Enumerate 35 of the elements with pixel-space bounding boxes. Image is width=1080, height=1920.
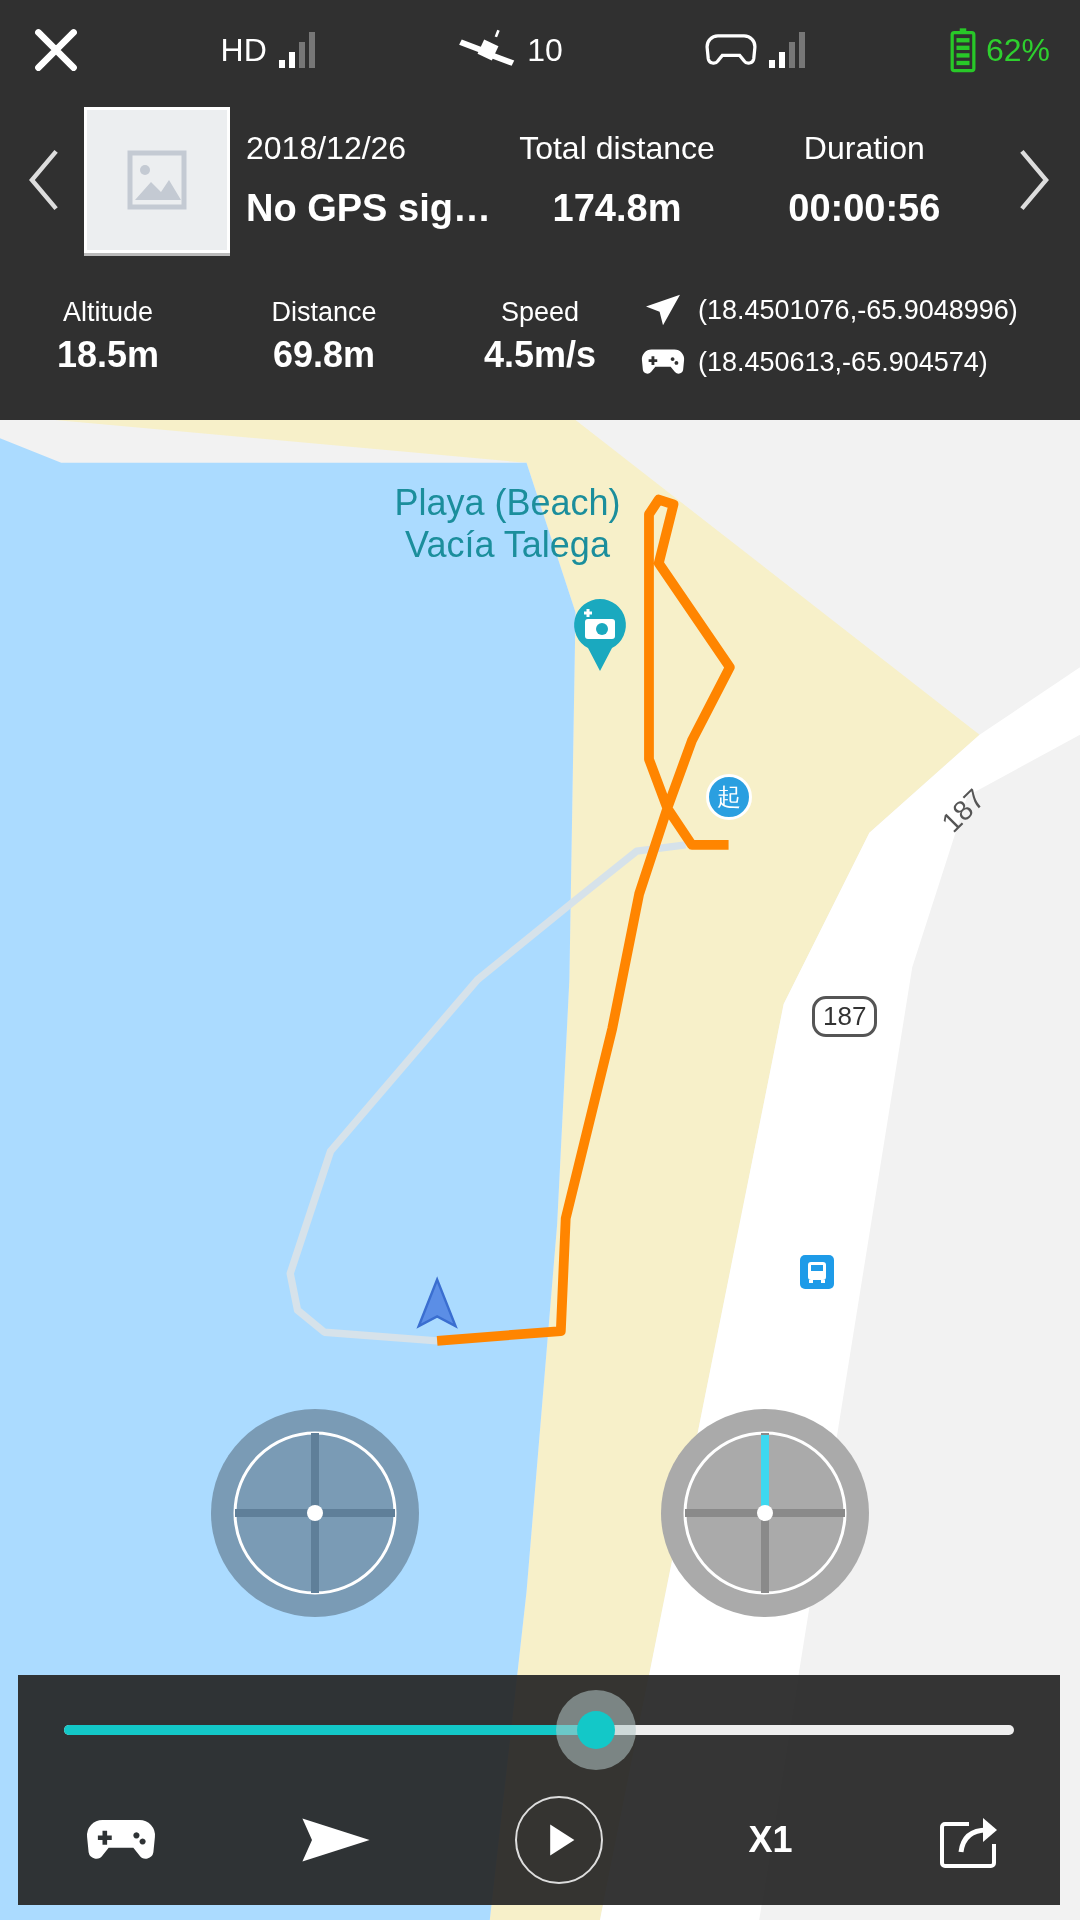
speed-button[interactable]: X1 [744, 1819, 797, 1861]
battery-level: 62% [985, 31, 1050, 69]
signal-bars-icon [767, 30, 808, 70]
gamepad-icon [705, 33, 758, 67]
duration-value: 00:00:56 [788, 187, 941, 230]
battery-icon [949, 27, 976, 73]
thumbnail-placeholder[interactable] [84, 107, 230, 253]
total-distance-value: 174.8m [552, 187, 682, 230]
stat-value: 18.5m [56, 333, 160, 376]
stat-label: Distance [271, 296, 377, 328]
total-distance-label: Total distance [519, 130, 715, 167]
stat-label: Speed [500, 296, 580, 328]
playback-slider[interactable] [64, 1690, 1014, 1770]
place-label: Playa (Beach) Vacía Talega [393, 482, 622, 566]
flight-location: No GPS sig… [246, 187, 492, 230]
bus-stop-icon[interactable] [800, 1255, 834, 1289]
map-view[interactable]: Playa (Beach) Vacía Talega 起 187 187 X1 [0, 420, 1080, 1920]
stat-label: Altitude [62, 296, 154, 328]
road-shield: 187 [812, 996, 878, 1037]
video-quality-label: HD [220, 31, 267, 69]
close-icon[interactable] [34, 28, 78, 72]
flight-date: 2018/12/26 [246, 130, 408, 167]
signal-bars-icon [276, 30, 317, 70]
stat-value: 4.5m/s [483, 333, 597, 376]
aircraft-arrow-icon [416, 1276, 458, 1329]
coordinate-text: (18.450613,-65.904574) [698, 346, 988, 378]
play-button[interactable] [514, 1796, 603, 1884]
satellite-count: 10 [527, 31, 563, 69]
duration-label: Duration [803, 130, 925, 167]
stat-value: 69.8m [272, 333, 376, 376]
coordinate-text: (18.4501076,-65.9048996) [698, 294, 1018, 326]
left-joystick-icon [210, 1408, 420, 1618]
right-joystick-icon [660, 1408, 870, 1618]
road-number: 187 [935, 783, 992, 839]
image-icon [127, 150, 187, 210]
